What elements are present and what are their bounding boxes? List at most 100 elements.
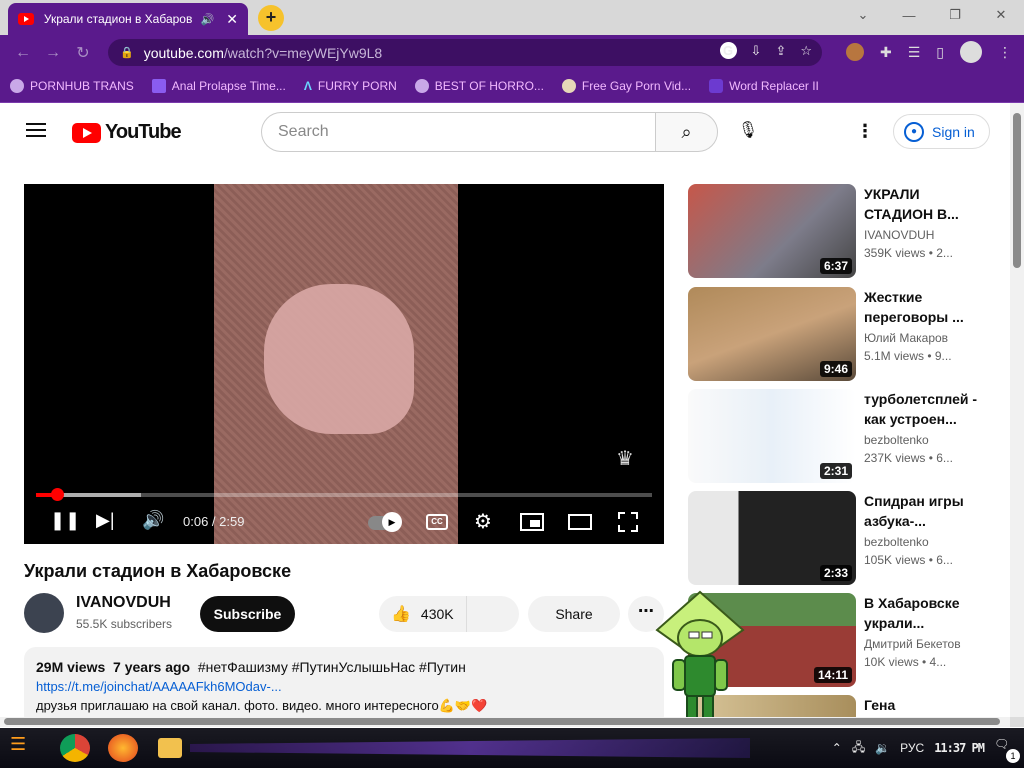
video-player[interactable]: ♛ ❚❚ ▶| 🔊 0:06 / 2:59 CC ⚙ bbox=[24, 184, 664, 544]
restore-button[interactable]: ❐ bbox=[932, 7, 978, 23]
address-bar[interactable]: 🔒 youtube.com/watch?v=meyWEjYw9L8 G ⇩ ⇪ … bbox=[108, 39, 822, 66]
bookmark-item[interactable]: Λ FURRY PORN bbox=[304, 79, 397, 93]
share-page-icon[interactable]: ⇪ bbox=[775, 43, 786, 59]
bookmark-item[interactable]: PORNHUB TRANS bbox=[10, 79, 134, 93]
speaker-icon[interactable]: 🔊 bbox=[201, 13, 215, 26]
reload-icon[interactable]: ↻ bbox=[68, 43, 98, 63]
related-title[interactable]: турболетсплей - как устроен... bbox=[864, 389, 984, 429]
related-video-item[interactable]: 9:46 Жесткие переговоры ... Юлий Макаров… bbox=[688, 287, 1008, 381]
description-box[interactable]: 29M views 7 years ago #нетФашизму #Путин… bbox=[24, 647, 664, 717]
related-title[interactable]: УКРАЛИ СТАДИОН В... bbox=[864, 184, 984, 224]
scrubber-handle[interactable] bbox=[50, 488, 64, 501]
bookmarks-bar: PORNHUB TRANS Anal Prolapse Time... Λ FUR… bbox=[0, 70, 1024, 103]
thumbs-up-icon: 👍 bbox=[391, 606, 411, 623]
puzzle-extensions-icon[interactable]: ✚ bbox=[880, 44, 892, 61]
network-icon[interactable]: 🖧 bbox=[852, 738, 865, 759]
sign-in-button[interactable]: ● Sign in bbox=[893, 114, 990, 149]
fullscreen-icon[interactable] bbox=[617, 511, 639, 533]
chrome-menu-icon[interactable]: ⋮ bbox=[998, 44, 1012, 61]
channel-avatar[interactable] bbox=[24, 593, 64, 633]
theater-mode-icon[interactable] bbox=[568, 514, 592, 530]
youtube-play-logo-icon bbox=[72, 122, 101, 143]
tab-title: Украли стадион в Хабаров bbox=[43, 12, 193, 26]
forward-arrow-icon[interactable]: → bbox=[38, 44, 68, 62]
volume-icon[interactable]: 🔊 bbox=[142, 510, 164, 531]
url-text[interactable]: youtube.com/watch?v=meyWEjYw9L8 bbox=[144, 45, 383, 61]
show-hidden-icons-icon[interactable]: ⌃ bbox=[832, 741, 842, 755]
video-thumbnail[interactable]: 9:46 bbox=[688, 287, 856, 381]
lock-icon[interactable]: 🔒 bbox=[120, 46, 134, 59]
autoplay-toggle[interactable] bbox=[368, 512, 402, 532]
video-thumbnail[interactable]: 6:37 bbox=[688, 184, 856, 278]
install-icon[interactable]: ⇩ bbox=[751, 43, 762, 59]
tab-close-button[interactable]: ✕ bbox=[226, 11, 238, 28]
google-lens-icon[interactable]: G bbox=[719, 42, 737, 59]
next-icon[interactable]: ▶| bbox=[96, 510, 115, 531]
reading-list-icon[interactable]: ☰ bbox=[908, 44, 921, 61]
settings-dots-icon[interactable]: ⋮ bbox=[856, 117, 874, 145]
duration-badge: 9:46 bbox=[819, 361, 852, 377]
start-menu-icon[interactable]: ☰ bbox=[10, 734, 42, 762]
microphone-icon[interactable]: 🎙 bbox=[734, 117, 762, 145]
like-button[interactable]: 👍 430K bbox=[379, 596, 467, 632]
subscriber-count: 55.5K subscribers bbox=[76, 617, 173, 631]
youtube-logo[interactable]: YouTube bbox=[72, 121, 182, 144]
related-channel[interactable]: Дмитрий Бекетов bbox=[864, 637, 961, 651]
scrollbar-thumb[interactable] bbox=[4, 718, 1000, 725]
chrome-taskbar-icon[interactable] bbox=[60, 734, 90, 762]
related-channel[interactable]: IVANOVDUH bbox=[864, 228, 934, 242]
related-video-item[interactable]: 2:31 турболетсплей - как устроен... bezb… bbox=[688, 389, 1008, 483]
channel-name[interactable]: IVANOVDUH bbox=[76, 594, 171, 612]
share-button[interactable]: Share bbox=[528, 596, 620, 632]
subscribe-button[interactable]: Subscribe bbox=[200, 596, 295, 632]
notification-center-icon[interactable]: 🗨 1 bbox=[994, 737, 1020, 763]
file-explorer-icon[interactable] bbox=[158, 738, 182, 758]
video-thumbnail[interactable]: 2:31 bbox=[688, 389, 856, 483]
tab-search-button[interactable]: ⌄ bbox=[840, 7, 886, 23]
related-title[interactable]: Спидран игры азбука-... bbox=[864, 491, 984, 531]
browser-toolbar: ← → ↻ 🔒 youtube.com/watch?v=meyWEjYw9L8 … bbox=[0, 35, 1024, 70]
language-indicator[interactable]: РУС bbox=[900, 741, 924, 755]
back-arrow-icon[interactable]: ← bbox=[8, 44, 38, 62]
volume-tray-icon[interactable]: 🔉 bbox=[875, 741, 890, 755]
related-title[interactable]: В Хабаровске украли... bbox=[864, 593, 984, 633]
scrollbar-thumb[interactable] bbox=[1013, 113, 1021, 268]
side-panel-icon[interactable]: ▯ bbox=[936, 44, 944, 61]
horizontal-scrollbar[interactable] bbox=[0, 717, 1010, 727]
firefox-taskbar-icon[interactable] bbox=[108, 734, 138, 762]
related-video-item[interactable]: 2:33 Спидран игры азбука-... bezboltenko… bbox=[688, 491, 1008, 585]
subtitles-icon[interactable]: CC bbox=[426, 514, 448, 530]
related-channel[interactable]: bezboltenko bbox=[864, 535, 929, 549]
related-video-item[interactable]: 6:37 УКРАЛИ СТАДИОН В... IVANOVDUH 359K … bbox=[688, 184, 1008, 278]
browser-titlebar: Украли стадион в Хабаров 🔊 ✕ + ⌄ — ❐ ✕ bbox=[0, 0, 1024, 35]
related-title[interactable]: Гена bbox=[864, 695, 984, 715]
close-window-button[interactable]: ✕ bbox=[978, 7, 1024, 23]
bookmark-item[interactable]: Anal Prolapse Time... bbox=[151, 79, 286, 93]
pause-icon[interactable]: ❚❚ bbox=[50, 510, 80, 531]
minimize-button[interactable]: — bbox=[886, 8, 932, 23]
search-button[interactable]: ⌕ bbox=[655, 112, 718, 152]
hamburger-menu-icon[interactable] bbox=[26, 123, 46, 137]
vertical-scrollbar[interactable] bbox=[1010, 103, 1024, 717]
duration-badge: 2:31 bbox=[819, 463, 852, 479]
extension-avatar-icon[interactable] bbox=[845, 43, 864, 61]
bookmark-item[interactable]: Word Replacer II bbox=[709, 79, 819, 93]
miniplayer-icon[interactable] bbox=[520, 513, 544, 531]
bookmark-star-icon[interactable]: ☆ bbox=[800, 43, 812, 59]
progress-bar[interactable] bbox=[36, 488, 652, 501]
description-link[interactable]: https://t.me/joinchat/AAAAAFkh6MOdav-... bbox=[36, 679, 652, 694]
related-channel[interactable]: bezboltenko bbox=[864, 433, 929, 447]
taskbar-clock[interactable]: 11:37 PM bbox=[934, 741, 985, 755]
search-input[interactable]: Search bbox=[261, 112, 656, 152]
dislike-button[interactable] bbox=[471, 596, 519, 632]
settings-gear-icon[interactable]: ⚙ bbox=[474, 509, 492, 534]
channel-watermark-icon[interactable]: ♛ bbox=[616, 446, 642, 476]
new-tab-button[interactable]: + bbox=[258, 5, 284, 31]
related-channel[interactable]: Юлий Макаров bbox=[864, 331, 948, 345]
bookmark-item[interactable]: Free Gay Porn Vid... bbox=[561, 79, 691, 93]
bookmark-item[interactable]: BEST OF HORRO... bbox=[414, 79, 544, 93]
related-title[interactable]: Жесткие переговоры ... bbox=[864, 287, 984, 327]
browser-tab-active[interactable]: Украли стадион в Хабаров 🔊 ✕ bbox=[8, 3, 248, 35]
profile-icon[interactable]: ● bbox=[960, 41, 982, 63]
video-thumbnail[interactable]: 2:33 bbox=[688, 491, 856, 585]
